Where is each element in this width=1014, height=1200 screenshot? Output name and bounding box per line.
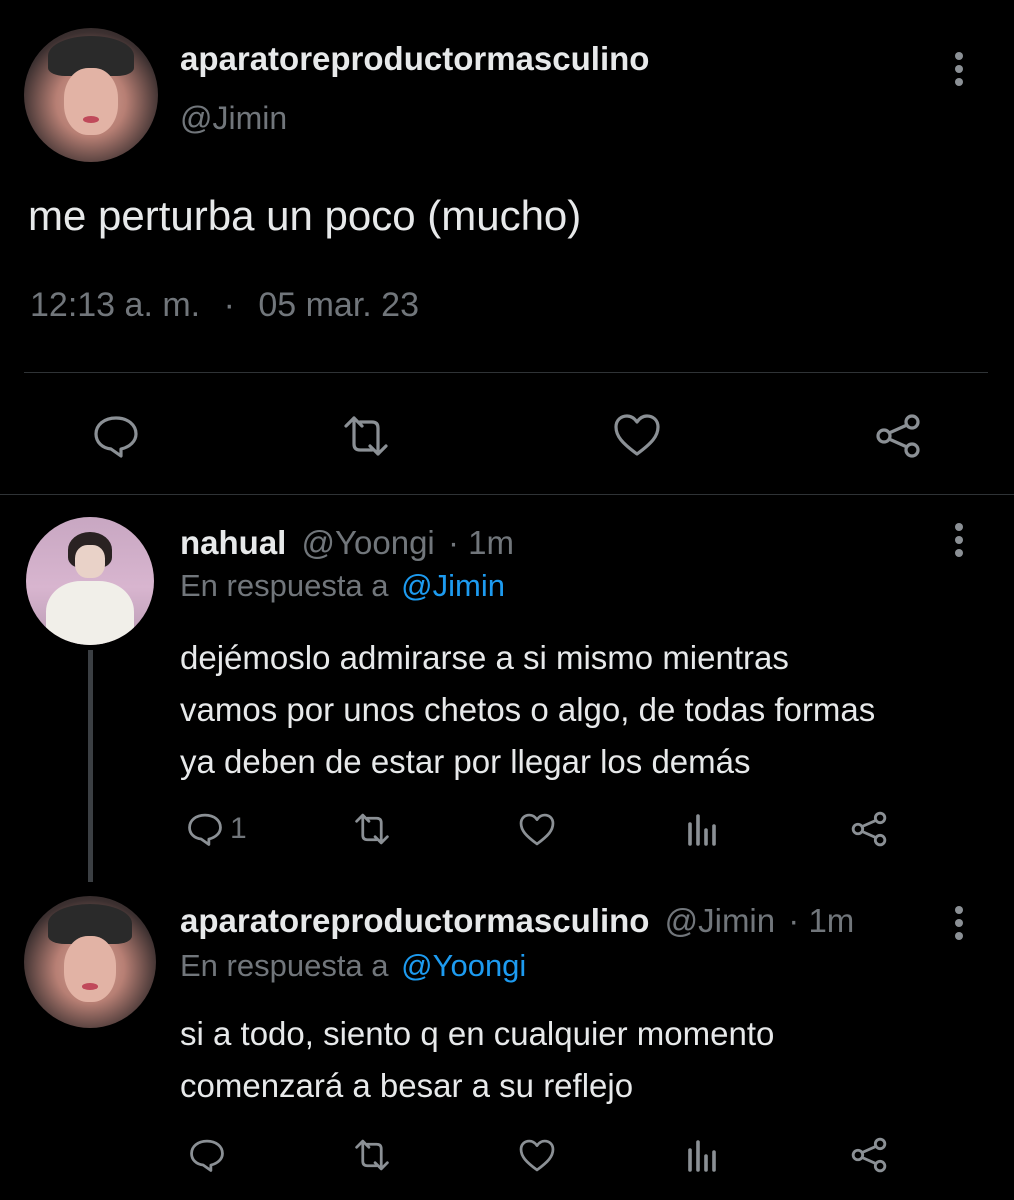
retweet-icon xyxy=(344,416,388,456)
like-button[interactable] xyxy=(612,412,662,458)
reply-to-line: En respuesta a @Jimin xyxy=(180,568,505,604)
reply-header: nahual @Yoongi · 1m xyxy=(180,524,514,562)
reply-to-handle[interactable]: @Yoongi xyxy=(401,948,526,983)
reply-age: · 1m xyxy=(788,902,855,939)
thread-line xyxy=(88,650,93,882)
more-icon[interactable] xyxy=(955,523,963,562)
like-button[interactable] xyxy=(518,812,556,847)
analytics-icon xyxy=(688,1140,716,1172)
like-icon xyxy=(519,1139,555,1172)
tweet-text: me perturba un poco (mucho) xyxy=(28,192,582,239)
retweet-button[interactable] xyxy=(340,414,392,458)
tweet-time: 12:13 a. m. xyxy=(30,286,201,324)
reply-text-line: comenzará a besar a su reflejo xyxy=(180,1067,634,1104)
reply-icon xyxy=(190,1139,224,1172)
reply-to-line: En respuesta a @Yoongi xyxy=(180,948,526,984)
reply-text-line: ya deben de estar por llegar los demás xyxy=(180,743,751,780)
reply-icon xyxy=(188,813,222,846)
avatar[interactable] xyxy=(26,517,154,645)
reply-age: · 1m xyxy=(447,524,514,561)
reply-text: si a todo, siento q en cualquier momento… xyxy=(180,1008,774,1112)
author-display-name[interactable]: aparatoreproductormasculino xyxy=(180,40,649,78)
share-button[interactable] xyxy=(850,1136,888,1174)
separator-dot: · xyxy=(223,286,235,324)
reply-text-line: si a todo, siento q en cualquier momento xyxy=(180,1015,775,1052)
retweet-button[interactable] xyxy=(352,1138,392,1172)
share-button[interactable] xyxy=(874,412,922,460)
avatar[interactable] xyxy=(24,28,158,162)
reply-count: 1 xyxy=(230,812,247,845)
analytics-icon xyxy=(688,814,716,846)
author-handle[interactable]: @Yoongi xyxy=(302,524,435,561)
author-display-name[interactable]: nahual xyxy=(180,524,286,561)
like-icon xyxy=(519,813,555,846)
tweet-date: 05 mar. 23 xyxy=(258,286,419,324)
reply-text-line: vamos por unos chetos o algo, de todas f… xyxy=(180,691,876,728)
share-icon xyxy=(851,1137,887,1173)
reply-button[interactable] xyxy=(188,1138,226,1172)
author-handle[interactable]: @Jimin xyxy=(665,902,776,939)
analytics-button[interactable] xyxy=(686,814,720,846)
reply-icon xyxy=(94,416,138,458)
reply-to-handle[interactable]: @Jimin xyxy=(401,568,505,603)
reply-button[interactable] xyxy=(92,414,140,458)
like-button[interactable] xyxy=(518,1138,556,1173)
more-icon[interactable] xyxy=(955,52,963,91)
share-icon xyxy=(876,414,920,458)
author-handle[interactable]: @Jimin xyxy=(180,100,287,137)
reply-header: aparatoreproductormasculino @Jimin · 1m xyxy=(180,902,854,940)
divider xyxy=(0,494,1014,495)
analytics-button[interactable] xyxy=(686,1140,720,1172)
reply-to-prefix: En respuesta a xyxy=(180,568,389,603)
reply-to-prefix: En respuesta a xyxy=(180,948,389,983)
tweet-timestamp: 12:13 a. m. · 05 mar. 23 xyxy=(30,286,419,325)
like-icon xyxy=(614,414,660,456)
retweet-icon xyxy=(355,1139,389,1171)
retweet-button[interactable] xyxy=(352,812,392,846)
more-icon[interactable] xyxy=(955,906,963,945)
reply-text-line: dejémoslo admirarse a si mismo mientras xyxy=(180,639,789,676)
share-icon xyxy=(851,811,887,847)
retweet-icon xyxy=(355,813,389,845)
share-button[interactable] xyxy=(850,810,888,848)
avatar[interactable] xyxy=(24,896,156,1028)
divider xyxy=(24,372,988,373)
reply-button[interactable]: 1 xyxy=(186,812,247,846)
author-display-name[interactable]: aparatoreproductormasculino xyxy=(180,902,649,939)
reply-text: dejémoslo admirarse a si mismo mientras … xyxy=(180,632,875,788)
